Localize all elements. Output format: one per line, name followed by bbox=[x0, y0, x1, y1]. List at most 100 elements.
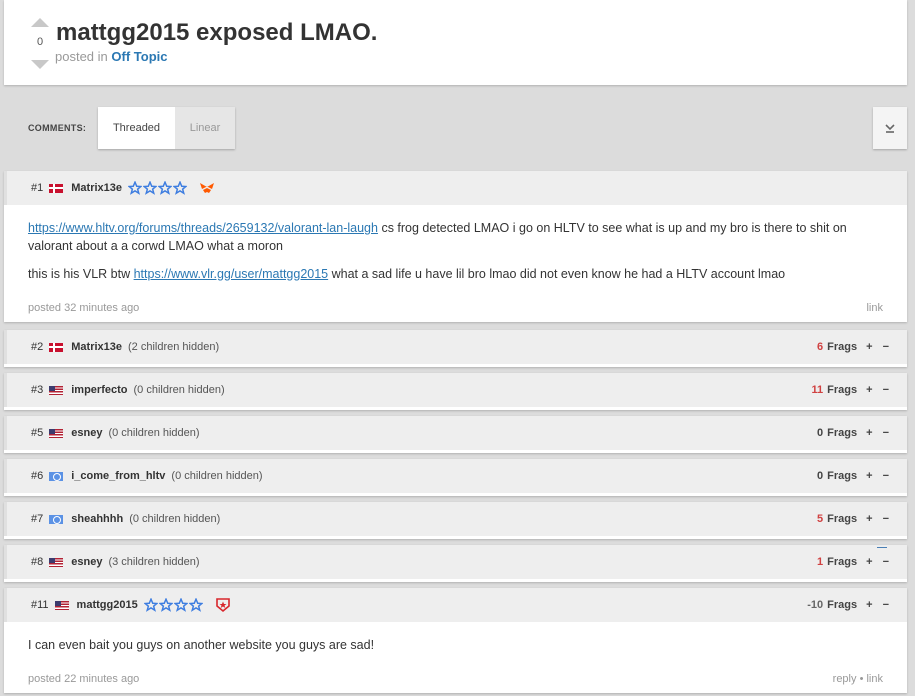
children-hidden-note[interactable]: (0 children hidden) bbox=[108, 427, 199, 439]
frags-label: Frags bbox=[827, 599, 858, 611]
comment-username[interactable]: i_come_from_hltv bbox=[71, 470, 165, 482]
comment-username[interactable]: Matrix13e bbox=[71, 341, 122, 353]
frags-label: Frags bbox=[827, 556, 858, 568]
external-link[interactable]: https://www.hltv.org/forums/threads/2659… bbox=[28, 221, 378, 235]
collapse-all-button[interactable] bbox=[873, 107, 907, 149]
comment-number[interactable]: #7 bbox=[31, 513, 43, 525]
frags-value: 0 bbox=[817, 427, 824, 439]
comment-number[interactable]: #5 bbox=[31, 427, 43, 439]
country-flag-icon bbox=[49, 342, 64, 352]
comment-number[interactable]: #1 bbox=[31, 182, 43, 194]
vote-count: 0 bbox=[36, 36, 44, 48]
team-flair bbox=[199, 181, 215, 195]
star-icon bbox=[158, 181, 173, 195]
frag-plus-button[interactable]: + bbox=[866, 470, 872, 482]
frags-label: Frags bbox=[827, 384, 858, 396]
frag-plus-button[interactable]: + bbox=[866, 384, 872, 396]
star-icon bbox=[128, 181, 143, 195]
frags-label: Frags bbox=[827, 341, 858, 353]
star-icon bbox=[188, 598, 203, 612]
frags-control: 0 Frags + − bbox=[817, 416, 889, 450]
frag-minus-button[interactable]: − bbox=[883, 513, 889, 525]
reply-action[interactable]: reply bbox=[833, 673, 857, 685]
children-hidden-note[interactable]: (0 children hidden) bbox=[134, 384, 225, 396]
frag-minus-button[interactable]: − bbox=[883, 556, 889, 568]
star-icon bbox=[173, 181, 188, 195]
comment-number[interactable]: #6 bbox=[31, 470, 43, 482]
vote-box: 0 bbox=[28, 18, 52, 69]
frags-control: -10 Frags + − bbox=[807, 588, 889, 622]
frags-control: 11 Frags + − bbox=[812, 373, 889, 407]
frags-value: 6 bbox=[817, 341, 824, 353]
comment-header: #7 sheahhhh (0 children hidden) 5 Frags +… bbox=[4, 502, 907, 536]
comment-username[interactable]: Matrix13e bbox=[71, 182, 122, 194]
link-action[interactable]: link bbox=[866, 673, 883, 685]
frag-plus-button[interactable]: + bbox=[866, 556, 872, 568]
upvote-arrow-icon[interactable] bbox=[31, 18, 49, 27]
comment-footer: posted 22 minutes ago reply • link bbox=[4, 664, 907, 694]
children-hidden-note[interactable]: (0 children hidden) bbox=[129, 513, 220, 525]
comment-username[interactable]: sheahhhh bbox=[71, 513, 123, 525]
frag-minus-button[interactable]: − bbox=[883, 470, 889, 482]
comment-header: #5 esney (0 children hidden) 0 Frags + − bbox=[4, 416, 907, 450]
frag-plus-button[interactable]: + bbox=[866, 427, 872, 439]
frag-minus-button[interactable]: − bbox=[883, 384, 889, 396]
frags-value: 11 bbox=[811, 384, 824, 396]
frags-label: Frags bbox=[827, 470, 858, 482]
forum-link[interactable]: Off Topic bbox=[111, 49, 167, 64]
frags-value: -10 bbox=[807, 599, 824, 611]
comment-footer: posted 32 minutes ago link bbox=[4, 293, 907, 323]
paragraph-text: what a sad life u have lil bro lmao did … bbox=[328, 267, 786, 281]
action-separator: • bbox=[859, 673, 864, 685]
comment-body: https://www.hltv.org/forums/threads/2659… bbox=[4, 205, 907, 283]
thread-header: 0 mattgg2015 exposed LMAO. posted in Off… bbox=[4, 0, 907, 85]
external-link[interactable]: https://www.vlr.gg/user/mattgg2015 bbox=[134, 267, 329, 281]
frags-label: Frags bbox=[827, 513, 858, 525]
comment-username[interactable]: esney bbox=[71, 427, 102, 439]
user-stars bbox=[143, 598, 203, 612]
comment-actions: reply • link bbox=[833, 673, 883, 685]
posted-time: posted 22 minutes ago bbox=[28, 673, 140, 685]
comment-header: #1 Matrix13e bbox=[4, 171, 907, 205]
frag-plus-button[interactable]: + bbox=[866, 341, 872, 353]
children-hidden-note[interactable]: (3 children hidden) bbox=[108, 556, 199, 568]
comments-bar: COMMENTS: Threaded Linear bbox=[4, 86, 907, 164]
star-icon bbox=[143, 181, 158, 195]
comment-username[interactable]: imperfecto bbox=[71, 384, 127, 396]
frag-plus-button[interactable]: + bbox=[866, 513, 872, 525]
frag-minus-button[interactable]: − bbox=[883, 341, 889, 353]
team-flair bbox=[215, 597, 231, 613]
frag-minus-button[interactable]: − bbox=[883, 599, 889, 611]
threaded-button[interactable]: Threaded bbox=[98, 107, 175, 149]
comment-username[interactable]: mattgg2015 bbox=[77, 599, 138, 611]
fnatic-logo-icon bbox=[200, 183, 215, 193]
paragraph-prefix: this is his VLR btw bbox=[28, 267, 134, 281]
link-action[interactable]: link bbox=[866, 302, 883, 314]
thread-line-marker bbox=[877, 547, 887, 548]
comment-number[interactable]: #11 bbox=[31, 599, 49, 611]
comment-username[interactable]: esney bbox=[71, 556, 102, 568]
posted-time: posted 32 minutes ago bbox=[28, 302, 140, 314]
comment-paragraph: this is his VLR btw https://www.vlr.gg/u… bbox=[28, 265, 883, 283]
gambit-logo-icon bbox=[215, 598, 230, 613]
view-mode-toggle: Threaded Linear bbox=[98, 107, 235, 149]
comment-number[interactable]: #8 bbox=[31, 556, 43, 568]
downvote-arrow-icon[interactable] bbox=[31, 60, 49, 69]
frag-plus-button[interactable]: + bbox=[866, 599, 872, 611]
frags-control: 1 Frags + − bbox=[817, 545, 889, 579]
comment: #6 i_come_from_hltv (0 children hidden) 0… bbox=[4, 459, 907, 496]
comment-header: #6 i_come_from_hltv (0 children hidden) 0… bbox=[4, 459, 907, 493]
paragraph-text: I can even bait you guys on another webs… bbox=[28, 638, 375, 652]
linear-button[interactable]: Linear bbox=[175, 107, 235, 149]
star-icon bbox=[158, 598, 173, 612]
frag-minus-button[interactable]: − bbox=[883, 427, 889, 439]
comment-number[interactable]: #3 bbox=[31, 384, 43, 396]
comment-number[interactable]: #2 bbox=[31, 341, 43, 353]
frags-label: Frags bbox=[827, 427, 858, 439]
children-hidden-note[interactable]: (0 children hidden) bbox=[171, 470, 262, 482]
children-hidden-note[interactable]: (2 children hidden) bbox=[128, 341, 219, 353]
comment: #1 Matrix13e https://www.hltv.org/forums/… bbox=[4, 171, 907, 322]
comment: #5 esney (0 children hidden) 0 Frags + − bbox=[4, 416, 907, 453]
comment-paragraph: https://www.hltv.org/forums/threads/2659… bbox=[28, 219, 883, 255]
frags-value: 5 bbox=[817, 513, 824, 525]
